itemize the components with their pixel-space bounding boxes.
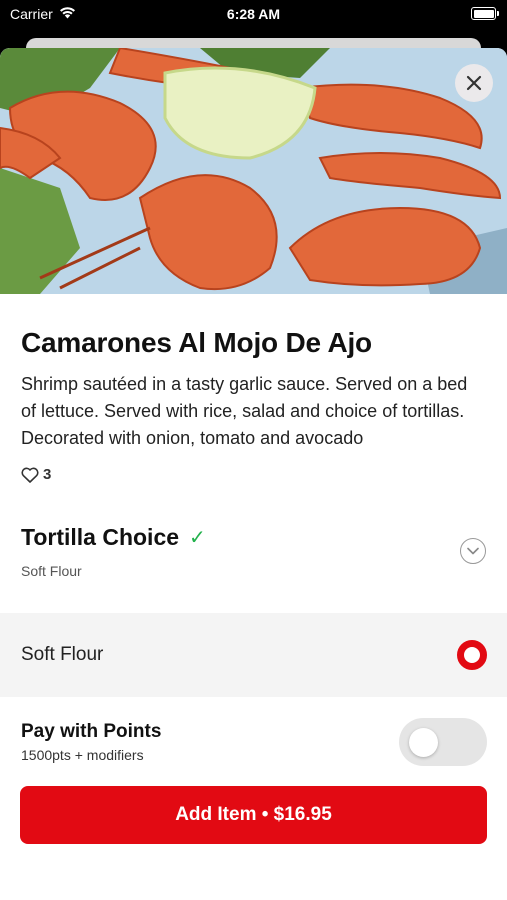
pay-with-points-row: Pay with Points 1500pts + modifiers	[21, 718, 487, 766]
like-count[interactable]: 3	[21, 466, 486, 483]
add-item-button[interactable]: Add Item • $16.95	[20, 786, 487, 844]
status-time: 6:28 AM	[226, 6, 281, 22]
close-icon	[466, 75, 482, 91]
points-toggle[interactable]	[399, 718, 487, 766]
option-soft-flour[interactable]: Soft Flour	[0, 613, 507, 697]
points-title: Pay with Points	[21, 721, 162, 742]
heart-icon	[21, 467, 39, 483]
item-title: Camarones Al Mojo De Ajo	[21, 327, 372, 358]
modifier-group-selection: Soft Flour	[21, 563, 82, 579]
modifier-group-header[interactable]: Tortilla Choice ✓ Soft Flour	[21, 524, 486, 579]
status-bar: Carrier 6:28 AM	[0, 0, 507, 30]
battery-icon	[471, 7, 499, 20]
check-icon: ✓	[189, 527, 206, 549]
item-description: Shrimp sautéed in a tasty garlic sauce. …	[21, 374, 468, 448]
close-button[interactable]	[455, 64, 493, 102]
item-info: Camarones Al Mojo De Ajo Shrimp sautéed …	[0, 327, 507, 483]
points-subtitle: 1500pts + modifiers	[21, 747, 144, 763]
radio-selected[interactable]	[457, 640, 487, 670]
chevron-down-icon	[467, 547, 479, 555]
option-label: Soft Flour	[21, 644, 104, 665]
modifier-group-title: Tortilla Choice	[21, 524, 180, 550]
expand-button[interactable]	[460, 538, 486, 564]
item-photo	[0, 48, 507, 294]
toggle-knob	[409, 728, 438, 757]
item-detail-sheet: Camarones Al Mojo De Ajo Shrimp sautéed …	[0, 48, 507, 900]
like-count-value: 3	[43, 466, 52, 483]
